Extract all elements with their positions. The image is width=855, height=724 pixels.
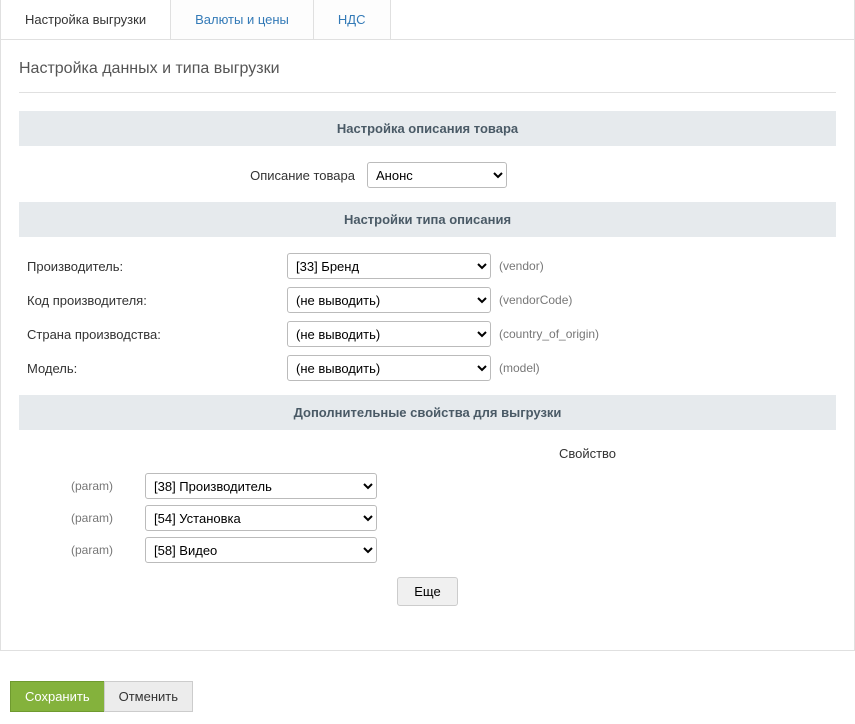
model-label: Модель: (27, 361, 287, 376)
vendor-hint: (vendor) (499, 259, 544, 273)
vendor-label: Производитель: (27, 259, 287, 274)
property-heading: Свойство (19, 446, 836, 461)
param-select-3[interactable]: [58] Видео (145, 537, 377, 563)
more-button[interactable]: Еще (397, 577, 457, 606)
product-description-label: Описание товара (27, 168, 367, 183)
model-select[interactable]: (не выводить) (287, 355, 491, 381)
section-description-type: Настройки типа описания (19, 202, 836, 237)
tab-content: Настройка данных и типа выгрузки Настрой… (1, 40, 854, 650)
vendor-code-select[interactable]: (не выводить) (287, 287, 491, 313)
country-label: Страна производства: (27, 327, 287, 342)
tab-currencies-prices[interactable]: Валюты и цены (171, 0, 314, 39)
param-select-2[interactable]: [54] Установка (145, 505, 377, 531)
page-title: Настройка данных и типа выгрузки (19, 60, 836, 78)
tab-vat[interactable]: НДС (314, 0, 391, 39)
vendor-code-label: Код производителя: (27, 293, 287, 308)
param-label: (param) (71, 479, 131, 493)
cancel-button[interactable]: Отменить (104, 681, 193, 712)
vendor-code-hint: (vendorCode) (499, 293, 572, 307)
param-row: (param) [54] Установка (27, 505, 836, 531)
tab-export-settings[interactable]: Настройка выгрузки (1, 0, 171, 39)
param-row: (param) [38] Производитель (27, 473, 836, 499)
param-label: (param) (71, 511, 131, 525)
param-select-1[interactable]: [38] Производитель (145, 473, 377, 499)
section-product-description: Настройка описания товара (19, 111, 836, 146)
product-description-select[interactable]: Анонс (367, 162, 507, 188)
country-select[interactable]: (не выводить) (287, 321, 491, 347)
param-label: (param) (71, 543, 131, 557)
footer-actions: Сохранить Отменить (10, 681, 855, 712)
vendor-select[interactable]: [33] Бренд (287, 253, 491, 279)
tab-bar: Настройка выгрузки Валюты и цены НДС (1, 0, 854, 40)
divider (19, 92, 836, 93)
main-panel: Настройка выгрузки Валюты и цены НДС Нас… (0, 0, 855, 651)
model-hint: (model) (499, 361, 540, 375)
save-button[interactable]: Сохранить (10, 681, 105, 712)
param-row: (param) [58] Видео (27, 537, 836, 563)
section-additional-properties: Дополнительные свойства для выгрузки (19, 395, 836, 430)
country-hint: (country_of_origin) (499, 327, 599, 341)
